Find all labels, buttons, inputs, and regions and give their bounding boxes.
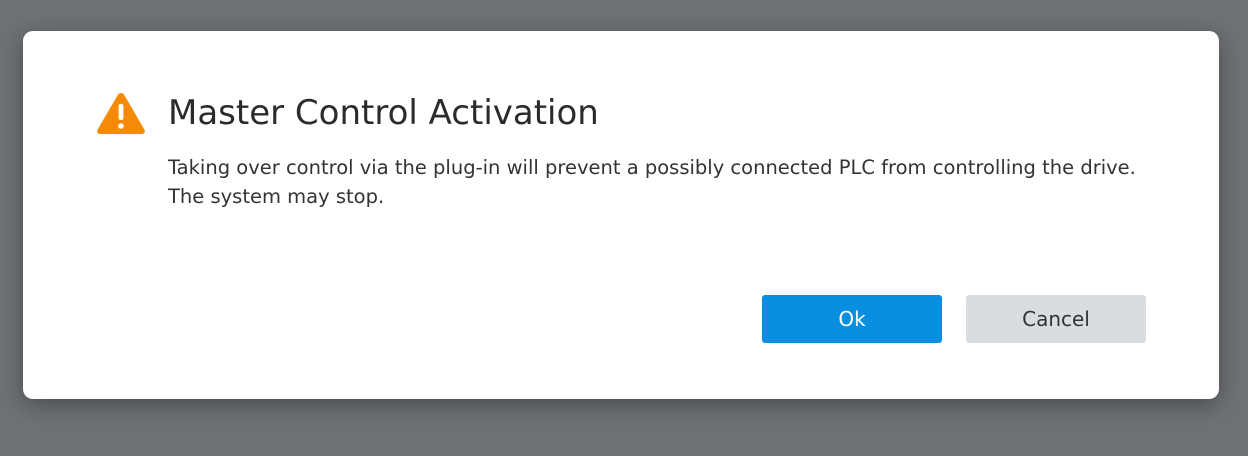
master-control-dialog: Master Control Activation Taking over co… [23, 31, 1219, 399]
ok-button[interactable]: Ok [762, 295, 942, 343]
dialog-title: Master Control Activation [168, 93, 599, 133]
warning-triangle-icon [97, 93, 145, 134]
dialog-message: Taking over control via the plug-in will… [168, 156, 1136, 208]
cancel-button[interactable]: Cancel [966, 295, 1146, 343]
